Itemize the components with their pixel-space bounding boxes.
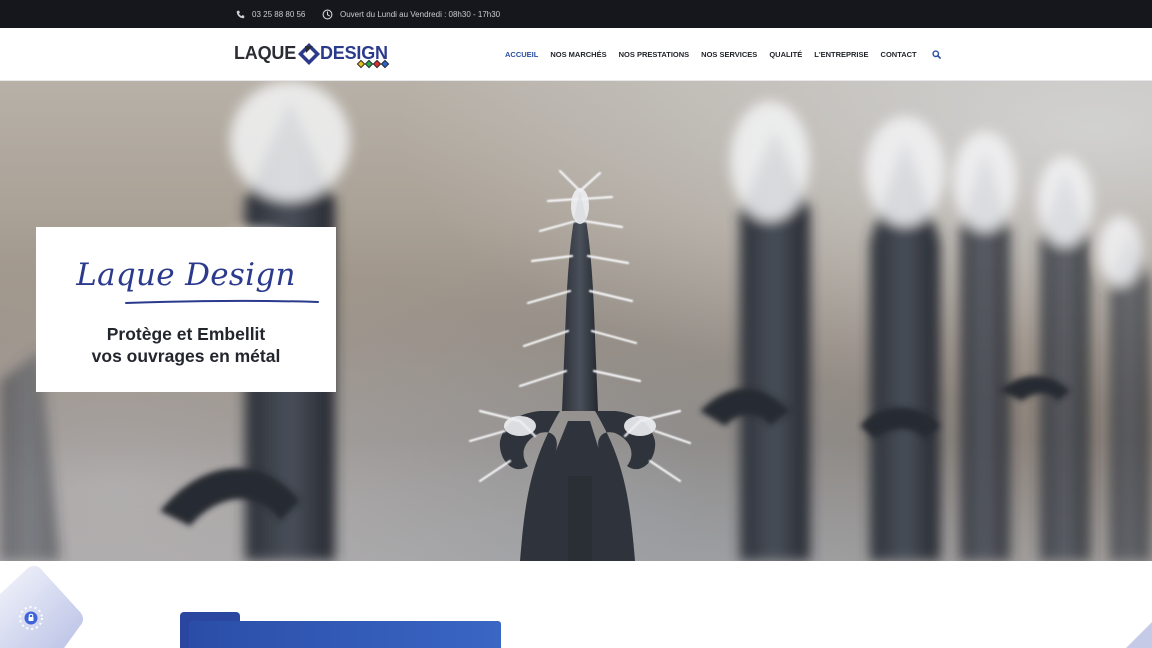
phone-info[interactable]: 03 25 88 80 56 xyxy=(236,0,305,28)
nav-item-nos-marches[interactable]: NOS MARCHÉS xyxy=(550,50,606,59)
hours-info: Ouvert du Lundi au Vendredi : 08h30 - 17… xyxy=(322,0,500,28)
title-underline xyxy=(125,299,319,304)
main-menu: ACCUEIL NOS MARCHÉS NOS PRESTATIONS NOS … xyxy=(505,28,941,81)
corner-decoration xyxy=(1126,622,1152,648)
nav-item-entreprise[interactable]: L'ENTREPRISE xyxy=(814,50,868,59)
shield-cookie-icon xyxy=(0,565,83,648)
phone-icon xyxy=(236,10,245,18)
hero-tagline: Protège et Embellit vos ouvrages en méta… xyxy=(36,323,336,367)
logo-diamond-mark xyxy=(298,43,320,65)
nav-item-accueil[interactable]: ACCUEIL xyxy=(505,50,538,59)
logo-word-laque: LAQUE xyxy=(234,43,297,63)
nav-item-contact[interactable]: CONTACT xyxy=(881,50,917,59)
search-button[interactable] xyxy=(932,50,941,59)
opening-hours: Ouvert du Lundi au Vendredi : 08h30 - 17… xyxy=(340,9,501,19)
top-info-bar: 03 25 88 80 56 Ouvert du Lundi au Vendre… xyxy=(0,0,1152,28)
brand-logo[interactable]: LAQUE DESIGN xyxy=(234,41,394,71)
nav-item-nos-prestations[interactable]: NOS PRESTATIONS xyxy=(619,50,690,59)
search-icon xyxy=(932,50,941,59)
phone-number[interactable]: 03 25 88 80 56 xyxy=(252,10,305,19)
nav-item-qualite[interactable]: QUALITÉ xyxy=(769,50,802,59)
hero-card: Laque Design Protège et Embellit vos ouv… xyxy=(36,227,336,392)
hero-banner: Laque Design Protège et Embellit vos ouv… xyxy=(0,81,1152,561)
content-section xyxy=(0,561,1152,648)
hero-title: Laque Design xyxy=(76,257,296,293)
section-blue-panel xyxy=(189,621,501,648)
logo-color-dots xyxy=(356,59,390,69)
hero-tagline-line1: Protège et Embellit xyxy=(106,324,266,344)
clock-icon xyxy=(322,9,333,19)
cookie-consent-widget[interactable] xyxy=(0,565,84,648)
hero-tagline-line2: vos ouvrages en métal xyxy=(91,346,281,366)
nav-item-nos-services[interactable]: NOS SERVICES xyxy=(701,50,757,59)
